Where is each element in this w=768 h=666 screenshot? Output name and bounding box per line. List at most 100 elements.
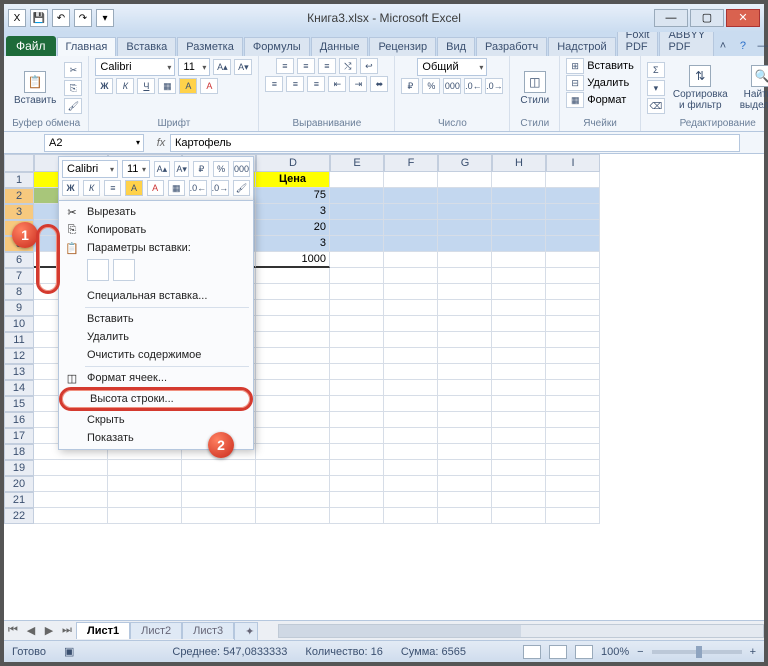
cell-empty[interactable] (438, 268, 492, 284)
cell-empty[interactable] (384, 380, 438, 396)
zoom-slider[interactable] (652, 650, 742, 654)
cell-empty[interactable] (438, 508, 492, 524)
cell-empty[interactable] (438, 380, 492, 396)
cut-icon[interactable]: ✂ (64, 62, 82, 78)
font-name-combo[interactable]: Calibri (95, 58, 175, 76)
cm-row-height[interactable]: Высота строки... (59, 387, 253, 411)
mdi-min-icon[interactable]: — (755, 40, 768, 56)
mini-size-combo[interactable]: 11 (122, 160, 150, 178)
cell-empty[interactable] (330, 332, 384, 348)
cell-empty[interactable] (546, 316, 600, 332)
sheet-tab-1[interactable]: Лист1 (76, 622, 130, 639)
cell-empty[interactable] (256, 364, 330, 380)
sheet-nav-next[interactable]: ▶ (40, 624, 58, 637)
row-header-2[interactable]: 2 (4, 188, 34, 204)
save-icon[interactable]: 💾 (30, 9, 48, 27)
row-header-6[interactable]: 6 (4, 252, 34, 268)
align-top-icon[interactable]: ≡ (276, 58, 294, 74)
tab-layout[interactable]: Разметка (177, 37, 243, 56)
cell-empty[interactable] (384, 444, 438, 460)
border-icon[interactable]: ▦ (158, 78, 176, 94)
cell-empty[interactable] (330, 508, 384, 524)
cell-empty[interactable] (546, 380, 600, 396)
cell-empty[interactable] (546, 460, 600, 476)
cell-empty[interactable] (546, 284, 600, 300)
mini-percent-icon[interactable]: % (213, 161, 229, 177)
cell-empty[interactable] (330, 348, 384, 364)
paste-opt-values[interactable] (113, 259, 135, 281)
cell-empty[interactable] (384, 428, 438, 444)
mini-grow-icon[interactable]: A▴ (154, 161, 170, 177)
cell-empty[interactable] (492, 300, 546, 316)
cm-clear[interactable]: Очистить содержимое (59, 346, 253, 364)
align-right-icon[interactable]: ≡ (307, 76, 325, 92)
macro-rec-icon[interactable]: ▣ (64, 645, 74, 658)
view-normal-icon[interactable] (523, 645, 541, 659)
cell-empty[interactable] (330, 492, 384, 508)
cell-empty[interactable] (546, 268, 600, 284)
cell-empty[interactable] (34, 476, 108, 492)
cell-empty[interactable] (492, 492, 546, 508)
cm-hide[interactable]: Скрыть (59, 411, 253, 429)
cell-empty[interactable] (546, 492, 600, 508)
paste-button[interactable]: 📋 Вставить (10, 69, 60, 108)
cell-empty[interactable] (34, 508, 108, 524)
zoom-out-button[interactable]: − (637, 646, 643, 658)
paste-opt-default[interactable] (87, 259, 109, 281)
cell-empty[interactable] (330, 444, 384, 460)
cell-empty[interactable] (256, 428, 330, 444)
tab-insert[interactable]: Вставка (117, 37, 176, 56)
cell-empty[interactable] (546, 428, 600, 444)
cell-empty[interactable] (330, 364, 384, 380)
close-button[interactable]: ✕ (726, 9, 760, 27)
cell-empty[interactable] (492, 508, 546, 524)
cm-delete[interactable]: Удалить (59, 328, 253, 346)
row-header-15[interactable]: 15 (4, 396, 34, 412)
col-header-h[interactable]: H (492, 154, 546, 172)
cell-empty[interactable] (546, 364, 600, 380)
cell-empty[interactable] (330, 476, 384, 492)
mini-dec-dec-icon[interactable]: .0→ (211, 180, 229, 196)
indent-inc-icon[interactable]: ⇥ (349, 76, 367, 92)
cell-empty[interactable] (492, 268, 546, 284)
copy-icon[interactable]: ⎘ (64, 80, 82, 96)
cell-e1[interactable] (330, 172, 384, 188)
tab-developer[interactable]: Разработч (476, 37, 547, 56)
row-header-22[interactable]: 22 (4, 508, 34, 524)
cell-empty[interactable] (384, 508, 438, 524)
underline-icon[interactable]: Ч (137, 78, 155, 94)
tab-home[interactable]: Главная (57, 37, 117, 56)
tab-view[interactable]: Вид (437, 37, 475, 56)
cell-empty[interactable] (34, 492, 108, 508)
currency-icon[interactable]: ₽ (401, 78, 419, 94)
cell-empty[interactable] (256, 508, 330, 524)
cm-copy[interactable]: ⎘Копировать (59, 221, 253, 239)
cell-empty[interactable] (492, 332, 546, 348)
dec-inc-icon[interactable]: .0← (464, 78, 482, 94)
ribbon-minimize-icon[interactable]: ˄ (715, 40, 731, 56)
format-painter-icon[interactable]: 🖌 (64, 98, 82, 114)
mini-align-icon[interactable]: ≡ (104, 180, 121, 196)
styles-button[interactable]: ◫ Стили (516, 69, 553, 108)
cell-empty[interactable] (256, 476, 330, 492)
cell-empty[interactable] (438, 316, 492, 332)
cell-empty[interactable] (384, 268, 438, 284)
cell-empty[interactable] (330, 316, 384, 332)
cell-empty[interactable] (492, 364, 546, 380)
dec-dec-icon[interactable]: .0→ (485, 78, 503, 94)
sheet-nav-first[interactable]: ⏮ (4, 624, 22, 637)
cell-empty[interactable] (438, 444, 492, 460)
zoom-in-button[interactable]: + (750, 646, 756, 658)
cell-empty[interactable] (384, 396, 438, 412)
cm-format-cells[interactable]: ◫Формат ячеек... (59, 369, 253, 387)
zoom-thumb[interactable] (696, 646, 702, 658)
cell-empty[interactable] (256, 268, 330, 284)
mini-dec-inc-icon[interactable]: .0← (189, 180, 207, 196)
cell-empty[interactable] (492, 476, 546, 492)
row-header-21[interactable]: 21 (4, 492, 34, 508)
cell-empty[interactable] (546, 300, 600, 316)
row-header-13[interactable]: 13 (4, 364, 34, 380)
cell-empty[interactable] (384, 476, 438, 492)
cell-empty[interactable] (256, 332, 330, 348)
row-header-7[interactable]: 7 (4, 268, 34, 284)
